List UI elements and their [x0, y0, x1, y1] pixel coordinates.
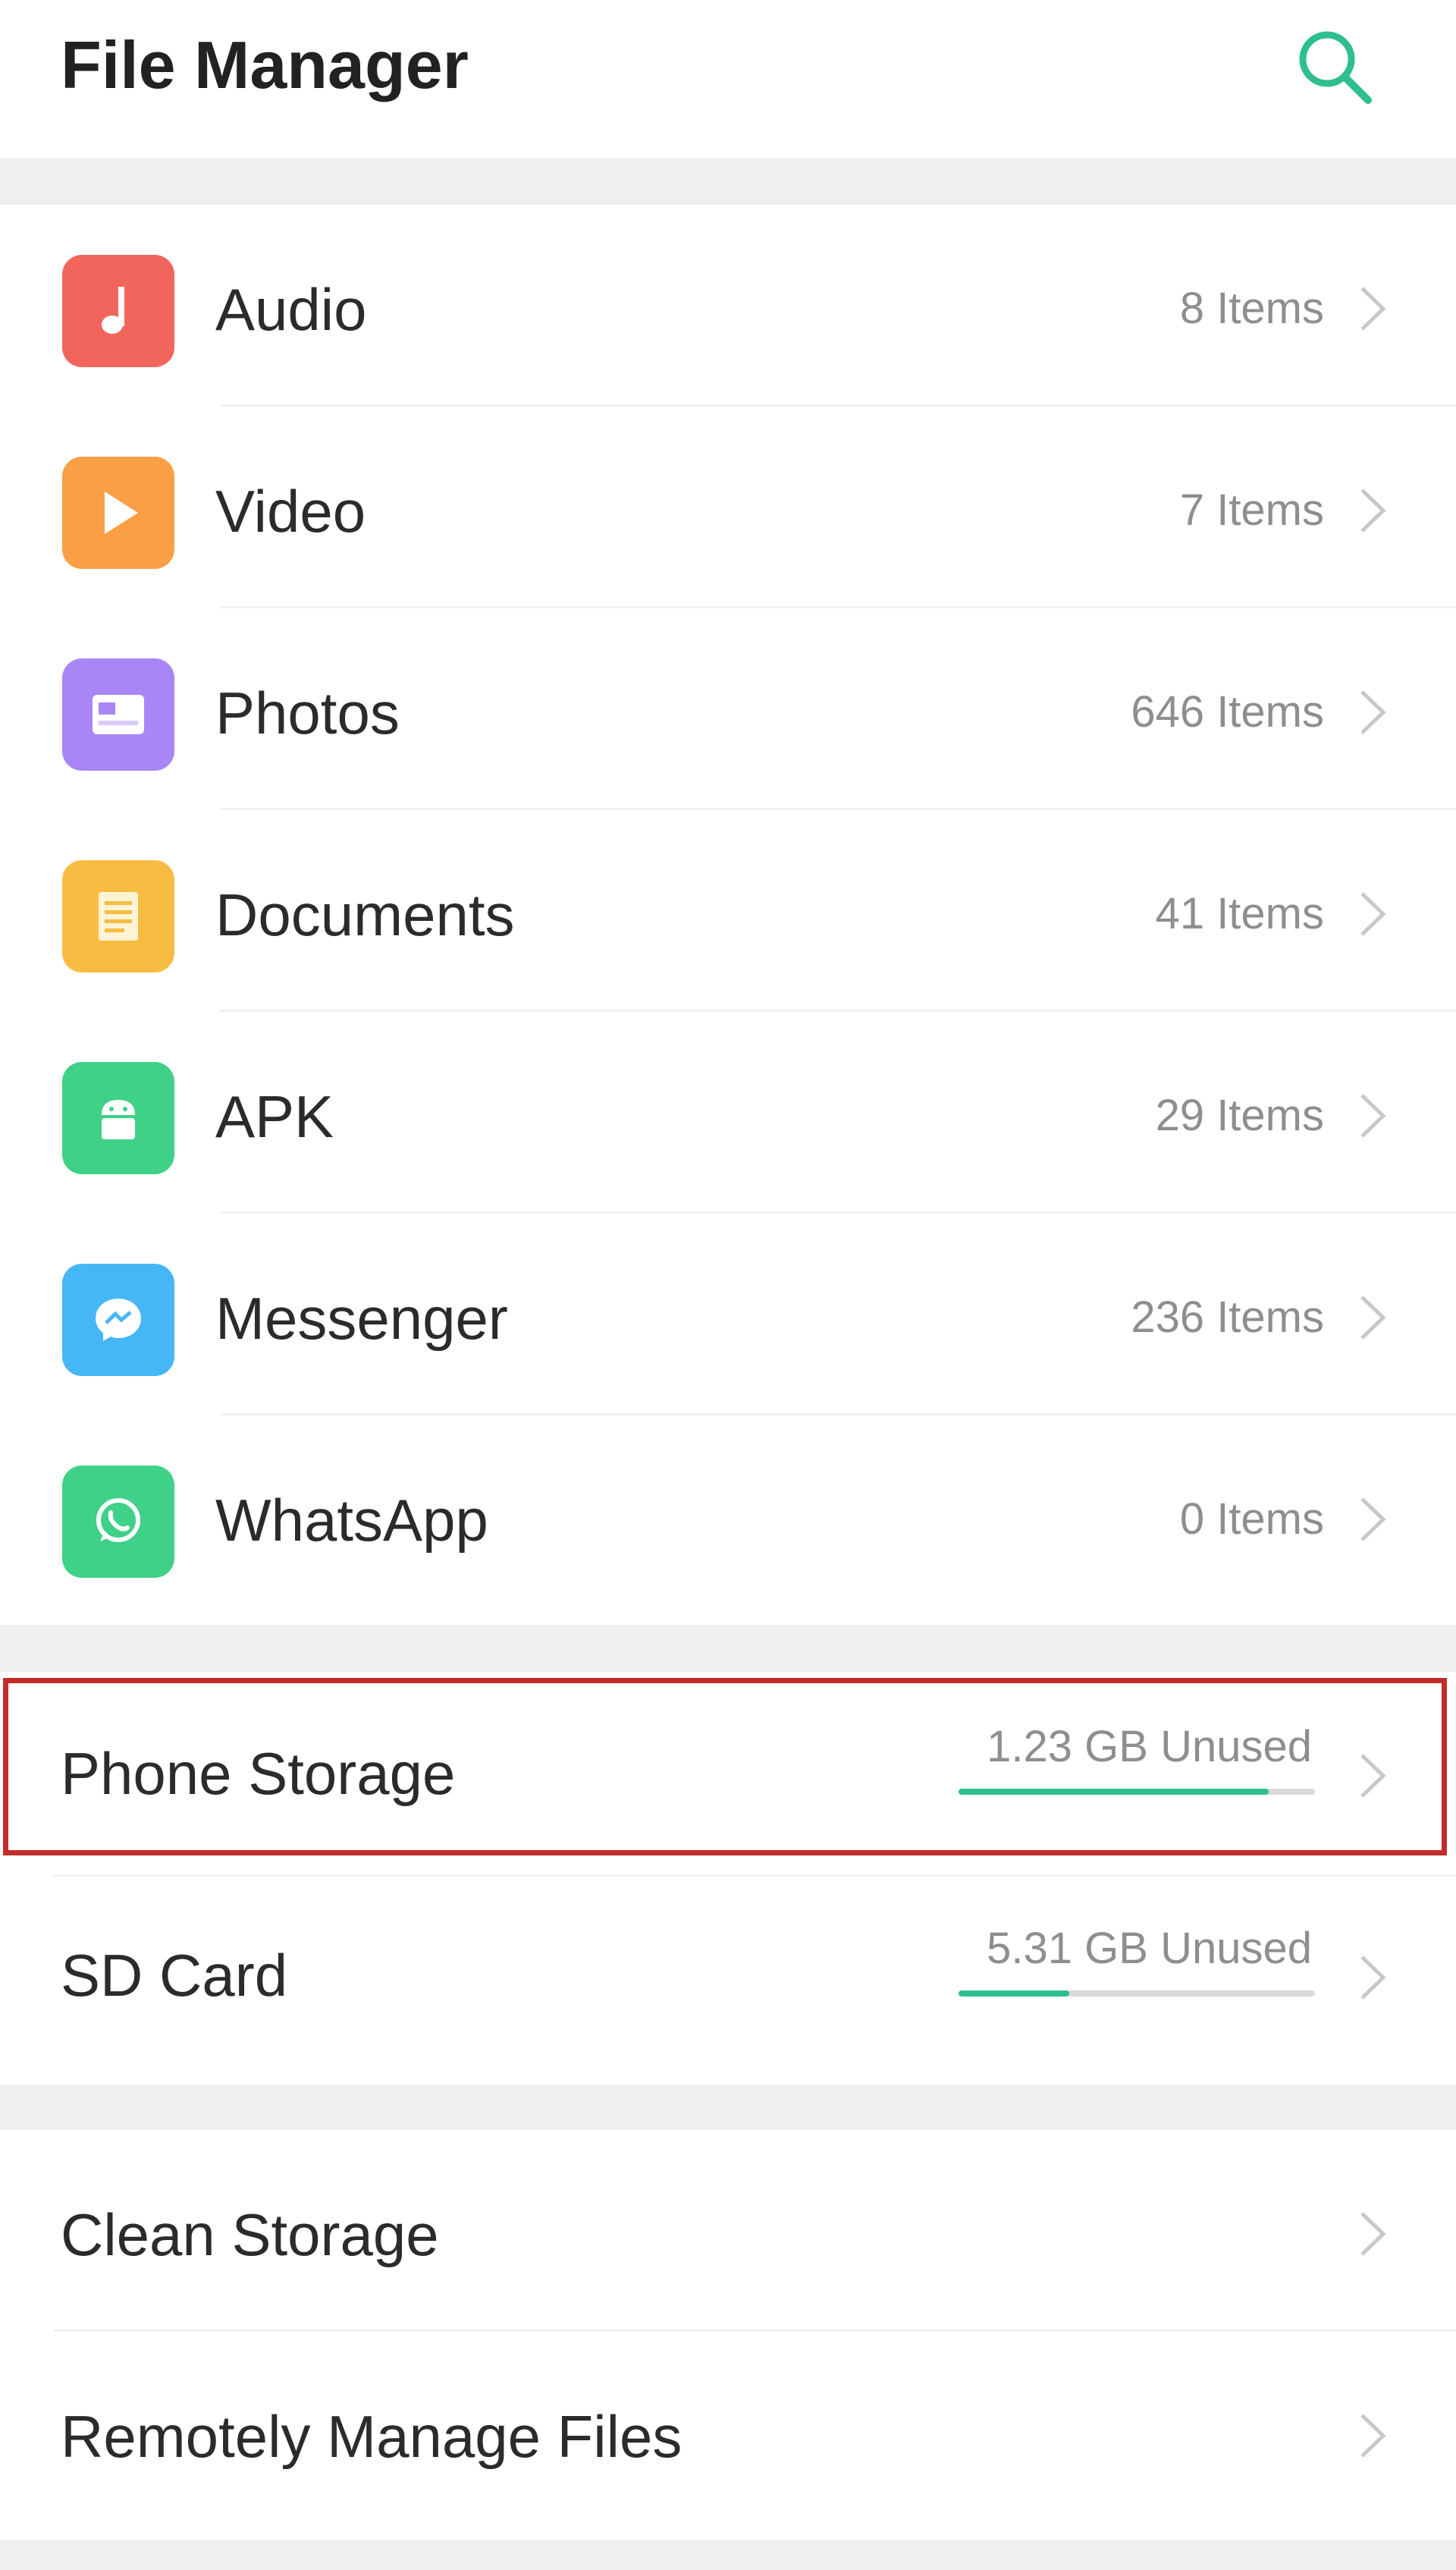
category-row-whatsapp[interactable]: WhatsApp 0 Items — [0, 1415, 1456, 1617]
item-count: 41 Items — [1155, 889, 1324, 938]
storage-label: SD Card — [61, 1942, 288, 2009]
chevron-right-icon — [1360, 2212, 1386, 2256]
item-count: 29 Items — [1155, 1091, 1324, 1140]
category-label: Photos — [215, 680, 400, 746]
storage-progress-fill — [959, 1789, 1269, 1795]
storage-progress-fill — [959, 1990, 1069, 1997]
categories-card: Audio 8 Items Video 7 Items Photos 646 I… — [0, 205, 1456, 1625]
category-row-messenger[interactable]: Messenger 236 Items — [0, 1214, 1456, 1415]
page-title: File Manager — [61, 27, 469, 102]
storage-progress-bar — [959, 1789, 1315, 1795]
photos-icon-badge — [62, 658, 174, 771]
messenger-icon-badge — [62, 1264, 174, 1376]
phone-storage-row[interactable]: Phone Storage 1.23 GB Unused — [0, 1675, 1456, 1877]
apk-icon-badge — [62, 1062, 174, 1174]
chevron-right-icon — [1360, 690, 1386, 734]
documents-icon-badge — [62, 860, 174, 972]
category-label: Documents — [215, 881, 515, 948]
search-button[interactable] — [1289, 21, 1380, 112]
android-icon — [102, 1100, 135, 1139]
category-label: Audio — [215, 276, 367, 343]
video-icon-badge — [62, 457, 174, 569]
category-row-apk[interactable]: APK 29 Items — [0, 1012, 1456, 1214]
app-header: File Manager — [0, 0, 1456, 158]
messenger-icon — [96, 1299, 141, 1341]
whatsapp-icon-badge — [62, 1466, 174, 1578]
chevron-right-icon — [1360, 1094, 1386, 1138]
chevron-right-icon — [1360, 2414, 1386, 2458]
item-count: 7 Items — [1179, 485, 1324, 535]
item-count: 0 Items — [1179, 1494, 1324, 1544]
audio-icon-badge — [62, 255, 174, 367]
clean-storage-row[interactable]: Clean Storage — [0, 2130, 1456, 2332]
category-row-documents[interactable]: Documents 41 Items — [0, 810, 1456, 1012]
storage-label: Phone Storage — [61, 1740, 456, 1807]
chevron-right-icon — [1360, 489, 1386, 533]
item-count: 236 Items — [1131, 1293, 1324, 1342]
remotely-manage-files-row[interactable]: Remotely Manage Files — [0, 2332, 1456, 2534]
item-count: 8 Items — [1179, 284, 1324, 333]
chevron-right-icon — [1360, 1296, 1386, 1340]
storage-progress-bar — [959, 1990, 1315, 1997]
category-label: APK — [215, 1083, 334, 1150]
chevron-right-icon — [1360, 1754, 1386, 1798]
category-label: Video — [215, 478, 366, 545]
sd-card-row[interactable]: SD Card 5.31 GB Unused — [0, 1877, 1456, 2078]
tools-card: Clean Storage Remotely Manage Files — [0, 2130, 1456, 2540]
whatsapp-icon — [96, 1498, 140, 1542]
search-icon[interactable] — [1289, 21, 1380, 112]
storage-unused-text: 1.23 GB Unused — [987, 1722, 1312, 1771]
category-label: WhatsApp — [215, 1487, 488, 1554]
category-row-photos[interactable]: Photos 646 Items — [0, 608, 1456, 810]
chevron-right-icon — [1360, 287, 1386, 331]
item-count: 646 Items — [1131, 687, 1324, 737]
tool-label: Clean Storage — [61, 2201, 439, 2268]
category-row-audio[interactable]: Audio 8 Items — [0, 205, 1456, 407]
storage-unused-text: 5.31 GB Unused — [987, 1924, 1312, 1973]
chevron-right-icon — [1360, 892, 1386, 936]
category-row-video[interactable]: Video 7 Items — [0, 407, 1456, 608]
chevron-right-icon — [1360, 1956, 1386, 2000]
category-label: Messenger — [215, 1285, 508, 1352]
music-note-icon — [102, 287, 124, 334]
document-icon — [99, 892, 138, 941]
play-icon — [105, 492, 138, 534]
storage-card: Phone Storage 1.23 GB Unused SD Card 5.3… — [0, 1672, 1456, 2085]
image-icon — [93, 695, 144, 734]
tool-label: Remotely Manage Files — [61, 2403, 682, 2470]
chevron-right-icon — [1360, 1497, 1386, 1541]
